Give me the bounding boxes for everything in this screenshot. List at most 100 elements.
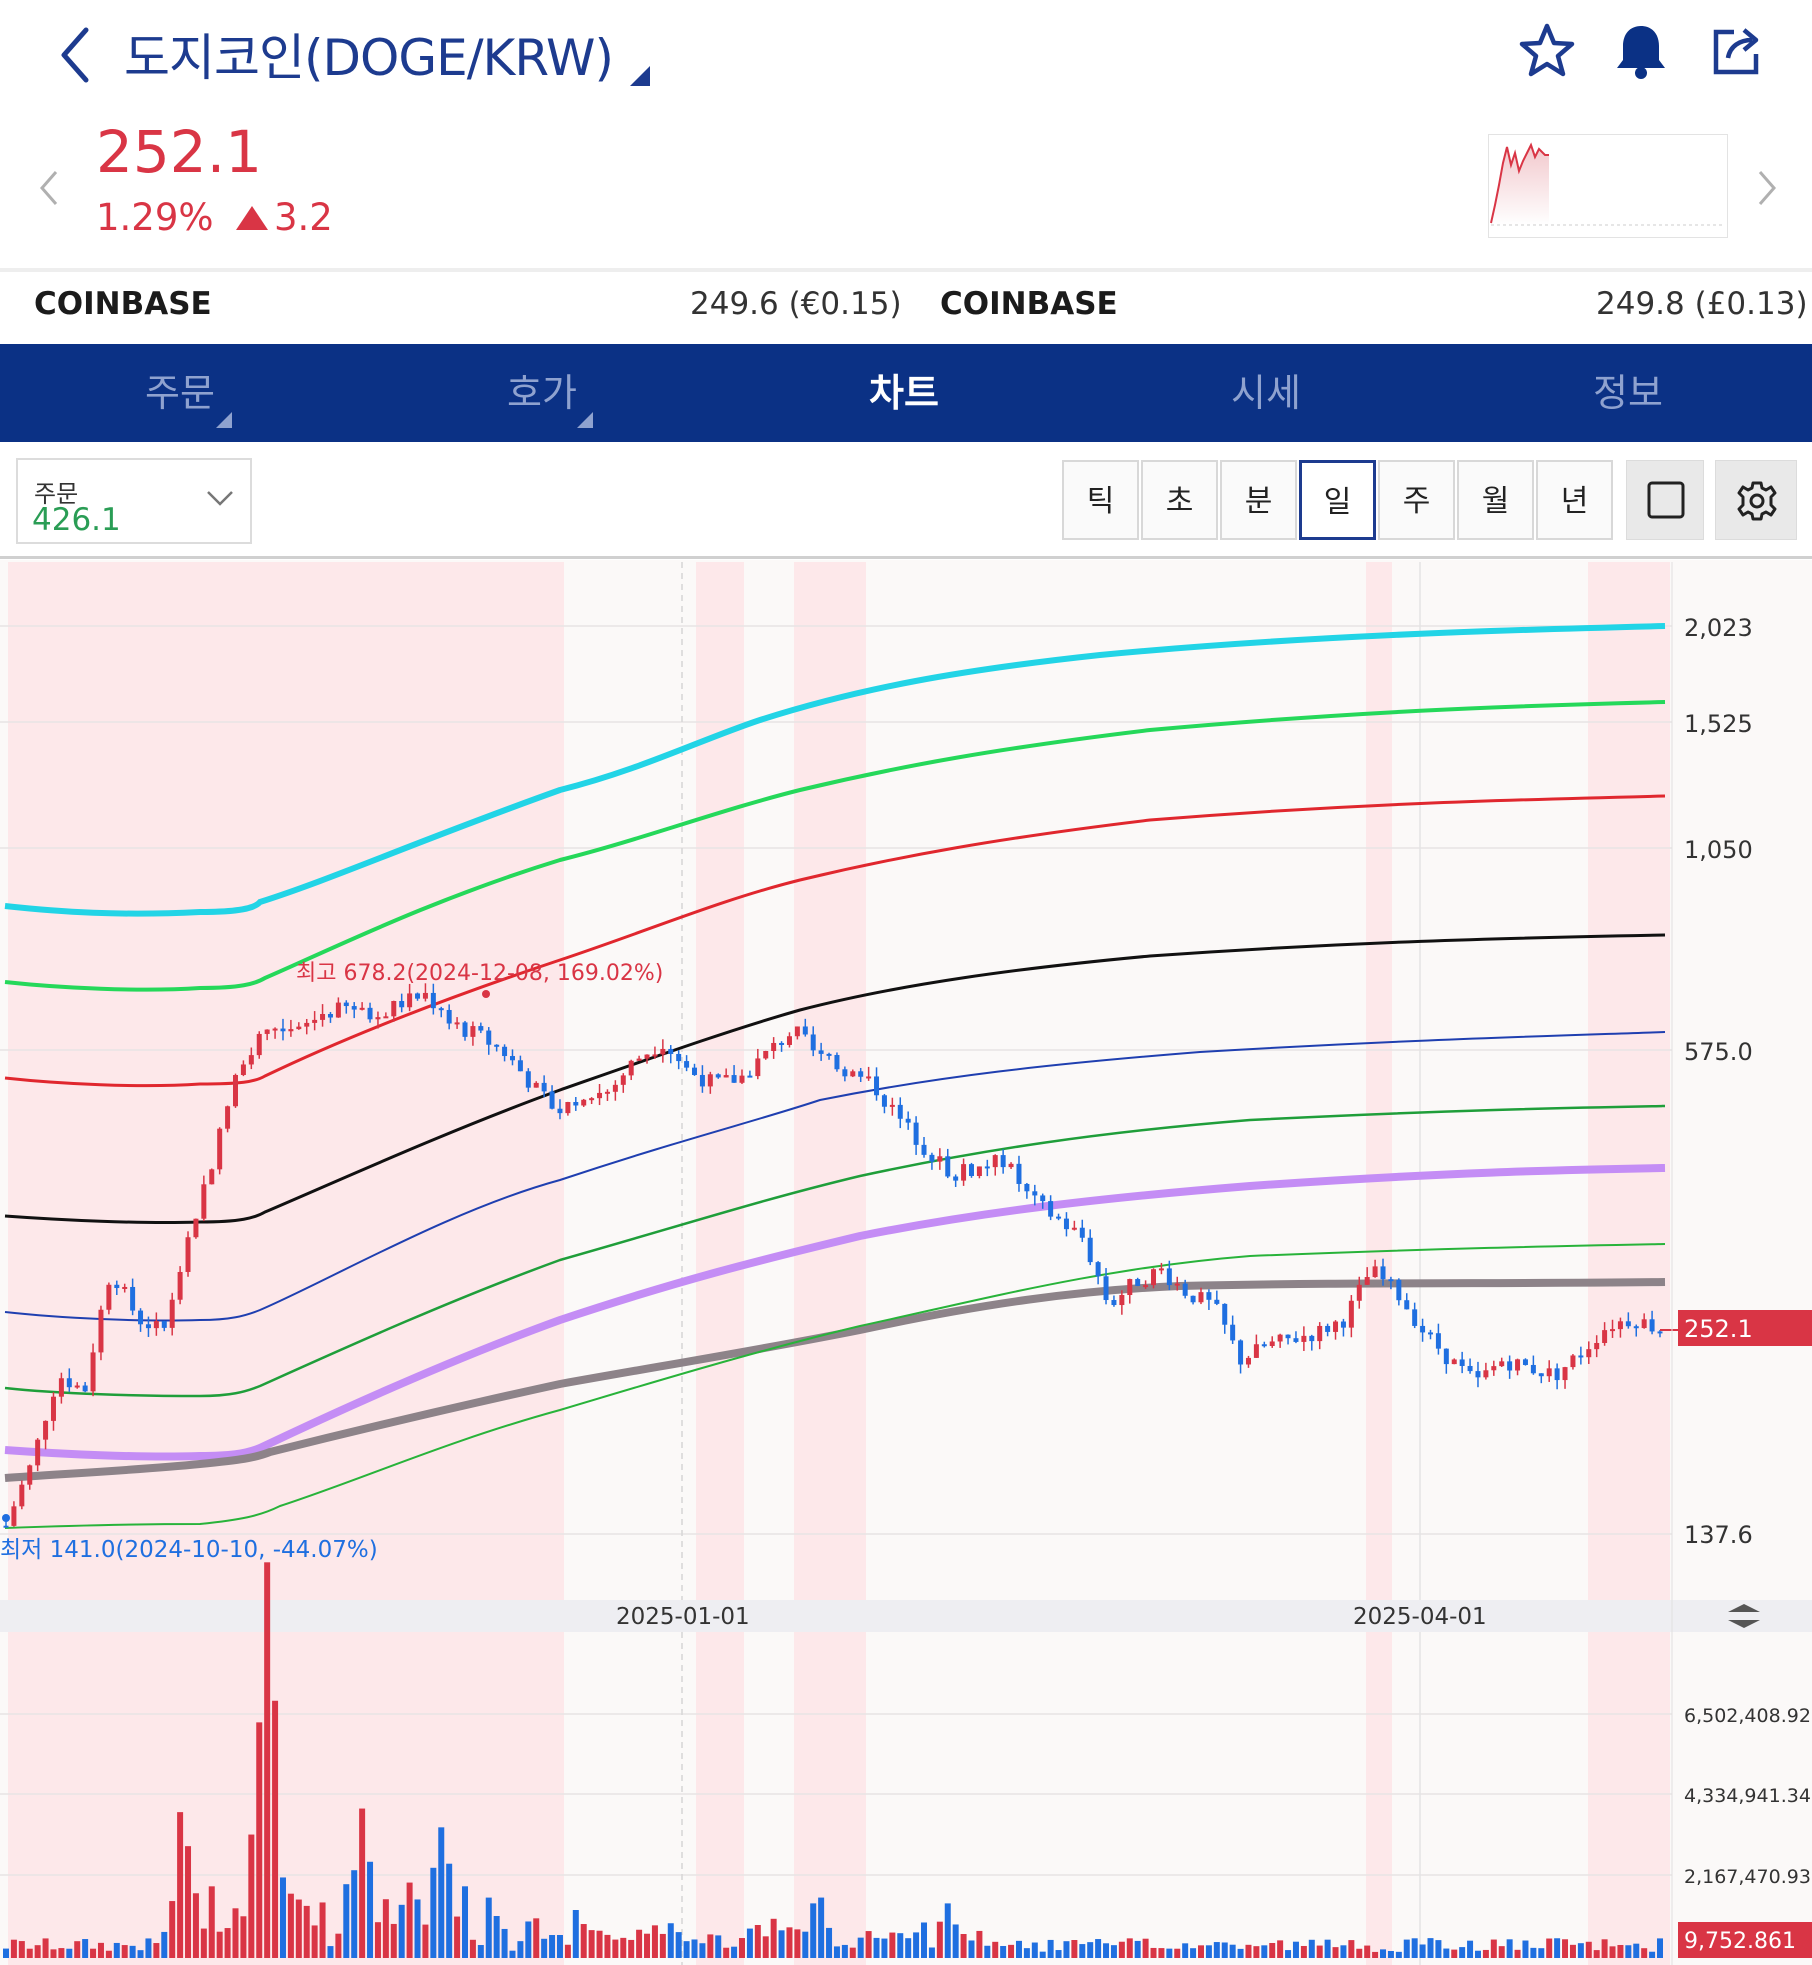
candle-body <box>1617 1321 1623 1330</box>
candle-body <box>264 1029 270 1034</box>
volume-bar <box>620 1937 627 1958</box>
volume-bar <box>517 1941 524 1958</box>
volume-bar <box>1095 1939 1102 1958</box>
back-icon[interactable] <box>52 20 102 90</box>
tab-order[interactable]: 주문 <box>30 344 330 442</box>
title-dropdown-icon[interactable] <box>630 66 650 86</box>
prev-coin-icon[interactable] <box>34 168 64 208</box>
candle-body <box>1570 1355 1576 1368</box>
candle-body <box>644 1054 650 1059</box>
candle-body <box>494 1044 500 1047</box>
mini-sparkline-chart[interactable] <box>1488 134 1728 238</box>
candle-body <box>430 992 436 1009</box>
candle-body <box>1174 1283 1180 1286</box>
volume-bar <box>1601 1939 1608 1958</box>
low-annotation: 최저 141.0(2024-10-10, -44.07%) <box>0 1537 378 1563</box>
volume-bar <box>1245 1944 1252 1958</box>
candle-body <box>1388 1279 1394 1282</box>
price-chart[interactable]: 최고 678.2(2024-12-08, 169.02%) 최저 141.0(2… <box>0 560 1812 1965</box>
candle-body <box>217 1128 223 1170</box>
candle-body <box>1071 1227 1077 1230</box>
volume-bar <box>1625 1945 1632 1958</box>
candle-body <box>1253 1344 1259 1358</box>
volume-bar <box>549 1935 556 1958</box>
tab-info[interactable]: 정보 <box>1478 344 1778 442</box>
candle-body <box>272 1028 278 1031</box>
candle-body <box>953 1176 959 1181</box>
volume-bar <box>90 1948 97 1958</box>
gear-icon <box>1737 481 1777 521</box>
tab-chart[interactable]: 차트 <box>754 344 1054 442</box>
period-tick-button[interactable]: 틱 <box>1062 460 1139 540</box>
candle-body <box>106 1284 112 1310</box>
volume-bar <box>1498 1946 1505 1958</box>
period-minute-button[interactable]: 분 <box>1220 460 1297 540</box>
chevron-down-icon <box>207 491 233 506</box>
volume-bar <box>264 1562 271 1958</box>
period-day-button[interactable]: 일 <box>1299 460 1376 540</box>
order-price-dropdown[interactable]: 주문 426.1 <box>16 458 252 544</box>
candle-body <box>565 1102 571 1114</box>
candle-body <box>11 1506 17 1526</box>
volume-tick: 6,502,408.921 <box>1684 1705 1812 1727</box>
volume-bar <box>1324 1939 1331 1958</box>
next-coin-icon[interactable] <box>1752 168 1782 208</box>
candle-body <box>1333 1321 1339 1332</box>
period-month-button[interactable]: 월 <box>1457 460 1534 540</box>
volume-bar <box>533 1918 540 1958</box>
candle-body <box>533 1082 539 1088</box>
volume-bar <box>651 1925 658 1958</box>
volume-bar <box>374 1922 381 1958</box>
volume-bar <box>754 1924 761 1958</box>
share-icon[interactable] <box>1706 20 1768 82</box>
volume-bar <box>113 1942 120 1958</box>
candle-body <box>937 1156 943 1162</box>
candle-body <box>486 1030 492 1045</box>
tab-quotes[interactable]: 시세 <box>1116 344 1416 442</box>
candle-body <box>1301 1335 1307 1342</box>
candle-body <box>399 1000 405 1008</box>
time-axis[interactable] <box>0 1600 1812 1632</box>
volume-bar <box>1562 1939 1569 1958</box>
candle-body <box>248 1055 254 1065</box>
volume-bar <box>1569 1944 1576 1958</box>
exchange-value-2: 249.8 (£0.13) <box>1596 286 1808 322</box>
volume-bar <box>1514 1949 1521 1958</box>
candle-body <box>541 1082 547 1092</box>
volume-bar <box>177 1812 184 1958</box>
volume-bar <box>913 1932 920 1958</box>
star-icon[interactable] <box>1516 20 1578 82</box>
volume-bar <box>865 1931 872 1958</box>
candle-body <box>699 1074 705 1087</box>
candle-body <box>715 1074 721 1078</box>
candle-body <box>422 992 428 999</box>
candle-body <box>1633 1326 1639 1329</box>
volume-bar <box>295 1899 302 1958</box>
candle-body <box>961 1164 967 1181</box>
settings-button[interactable] <box>1715 460 1797 540</box>
volume-bar <box>833 1946 840 1958</box>
volume-bar <box>738 1938 745 1958</box>
candle-body <box>122 1286 128 1289</box>
candle-body <box>58 1378 64 1397</box>
candle-body <box>604 1091 610 1094</box>
volume-bar <box>1087 1942 1094 1958</box>
volume-bar <box>1063 1941 1070 1958</box>
candle-body <box>185 1237 191 1272</box>
fullscreen-button[interactable] <box>1626 460 1704 540</box>
volume-bar <box>18 1941 25 1958</box>
volume-bar <box>1474 1950 1481 1958</box>
tab-orderbook[interactable]: 호가 <box>392 344 692 442</box>
candle-body <box>1190 1295 1196 1303</box>
candle-body <box>858 1071 864 1077</box>
volume-bar <box>1158 1948 1165 1958</box>
volume-bar <box>936 1921 943 1958</box>
period-week-button[interactable]: 주 <box>1378 460 1455 540</box>
period-second-button[interactable]: 초 <box>1141 460 1218 540</box>
page-title[interactable]: 도지코인(DOGE/KRW) <box>124 18 614 90</box>
bell-icon[interactable] <box>1610 20 1672 82</box>
volume-bar <box>1174 1948 1181 1958</box>
candle-body <box>343 1002 349 1007</box>
candle-body <box>114 1284 120 1289</box>
period-year-button[interactable]: 년 <box>1536 460 1613 540</box>
